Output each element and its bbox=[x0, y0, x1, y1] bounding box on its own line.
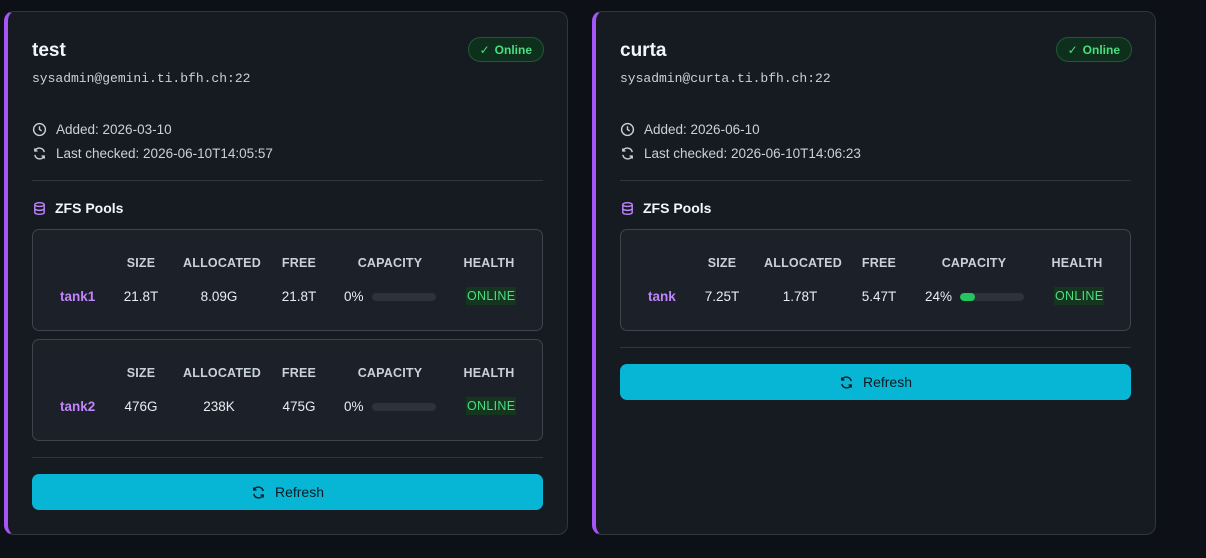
pool-free: 475G bbox=[282, 399, 316, 414]
health-badge: ONLINE bbox=[466, 287, 517, 305]
col-free: FREE bbox=[281, 256, 317, 270]
last-checked-row: Last checked: 2026-06-10T14:06:23 bbox=[620, 146, 861, 161]
host-name: test bbox=[32, 40, 66, 61]
capacity-value: 24% bbox=[925, 289, 953, 304]
capacity-bar bbox=[371, 402, 436, 411]
last-checked: Last checked: 2026-06-10T14:06:23 bbox=[644, 146, 861, 161]
pool-size: 7.25T bbox=[704, 289, 740, 304]
added-row: Added: 2026-06-10 bbox=[620, 122, 760, 137]
last-checked-row: Last checked: 2026-06-10T14:05:57 bbox=[32, 146, 273, 161]
pool-free: 5.47T bbox=[861, 289, 897, 304]
pool-table: SIZE ALLOCATED FREE CAPACITY HEALTH tank… bbox=[32, 339, 543, 441]
capacity-cell: 0% bbox=[344, 289, 436, 304]
col-capacity: CAPACITY bbox=[357, 256, 423, 270]
pools-title: ZFS Pools bbox=[32, 200, 123, 216]
status-badge: ✓ Online bbox=[467, 37, 544, 62]
host-name: curta bbox=[620, 40, 667, 61]
col-size: SIZE bbox=[126, 256, 156, 270]
col-allocated: ALLOCATED bbox=[183, 366, 261, 380]
refresh-icon bbox=[34, 147, 45, 160]
last-checked: Last checked: 2026-06-10T14:05:57 bbox=[56, 146, 273, 161]
col-size: SIZE bbox=[707, 256, 737, 270]
pool-name[interactable]: tank1 bbox=[60, 289, 95, 304]
ssh-address: sysadmin@gemini.ti.bfh.ch:22 bbox=[32, 71, 251, 86]
pool-table: SIZE ALLOCATED FREE CAPACITY HEALTH tank… bbox=[32, 229, 543, 331]
pools-title: ZFS Pools bbox=[620, 200, 711, 216]
added-date: Added: 2026-06-10 bbox=[644, 122, 760, 137]
database-icon bbox=[622, 201, 633, 215]
health-badge: ONLINE bbox=[466, 397, 517, 415]
refresh-icon bbox=[841, 375, 852, 389]
capacity-value: 0% bbox=[344, 289, 364, 304]
capacity-fill bbox=[960, 292, 976, 301]
capacity-value: 0% bbox=[344, 399, 364, 414]
refresh-button[interactable]: Refresh bbox=[32, 474, 543, 510]
database-icon bbox=[34, 201, 45, 215]
check-icon: ✓ bbox=[479, 42, 490, 57]
col-free: FREE bbox=[861, 256, 897, 270]
col-health: HEALTH bbox=[463, 256, 515, 270]
divider bbox=[620, 347, 1131, 348]
capacity-cell: 24% bbox=[925, 289, 1025, 304]
pool-allocated: 1.78T bbox=[782, 289, 818, 304]
pool-table: SIZE ALLOCATED FREE CAPACITY HEALTH tank… bbox=[620, 229, 1131, 331]
col-allocated: ALLOCATED bbox=[183, 256, 261, 270]
ssh-address: sysadmin@curta.ti.bfh.ch:22 bbox=[620, 71, 831, 86]
clock-icon bbox=[32, 122, 47, 137]
refresh-label: Refresh bbox=[862, 374, 913, 390]
col-size: SIZE bbox=[126, 366, 156, 380]
check-icon: ✓ bbox=[1067, 42, 1078, 57]
divider bbox=[32, 180, 543, 181]
capacity-bar bbox=[371, 292, 436, 301]
capacity-bar bbox=[960, 292, 1025, 301]
col-health: HEALTH bbox=[463, 366, 515, 380]
pool-name[interactable]: tank bbox=[648, 289, 676, 304]
refresh-icon bbox=[622, 147, 633, 160]
col-capacity: CAPACITY bbox=[357, 366, 423, 380]
pool-allocated: 8.09G bbox=[200, 289, 238, 304]
status-label: Online bbox=[1082, 42, 1120, 57]
host-card: test sysadmin@gemini.ti.bfh.ch:22 ✓ Onli… bbox=[4, 11, 568, 535]
pool-allocated: 238K bbox=[203, 399, 235, 414]
divider bbox=[620, 180, 1131, 181]
clock-icon bbox=[620, 122, 635, 137]
pool-size: 21.8T bbox=[123, 289, 159, 304]
pool-name[interactable]: tank2 bbox=[60, 399, 95, 414]
divider bbox=[32, 457, 543, 458]
col-allocated: ALLOCATED bbox=[764, 256, 842, 270]
refresh-button[interactable]: Refresh bbox=[620, 364, 1131, 400]
capacity-cell: 0% bbox=[344, 399, 436, 414]
added-date: Added: 2026-03-10 bbox=[56, 122, 172, 137]
pool-free: 21.8T bbox=[281, 289, 317, 304]
refresh-icon bbox=[253, 485, 264, 499]
pool-size: 476G bbox=[124, 399, 158, 414]
col-health: HEALTH bbox=[1051, 256, 1103, 270]
col-free: FREE bbox=[281, 366, 317, 380]
added-row: Added: 2026-03-10 bbox=[32, 122, 172, 137]
status-badge: ✓ Online bbox=[1055, 37, 1132, 62]
host-card: curta sysadmin@curta.ti.bfh.ch:22 ✓ Onli… bbox=[592, 11, 1156, 535]
health-badge: ONLINE bbox=[1054, 287, 1105, 305]
refresh-label: Refresh bbox=[274, 484, 325, 500]
col-capacity: CAPACITY bbox=[941, 256, 1007, 270]
pools-title-label: ZFS Pools bbox=[55, 200, 124, 216]
pools-title-label: ZFS Pools bbox=[643, 200, 712, 216]
status-label: Online bbox=[494, 42, 532, 57]
